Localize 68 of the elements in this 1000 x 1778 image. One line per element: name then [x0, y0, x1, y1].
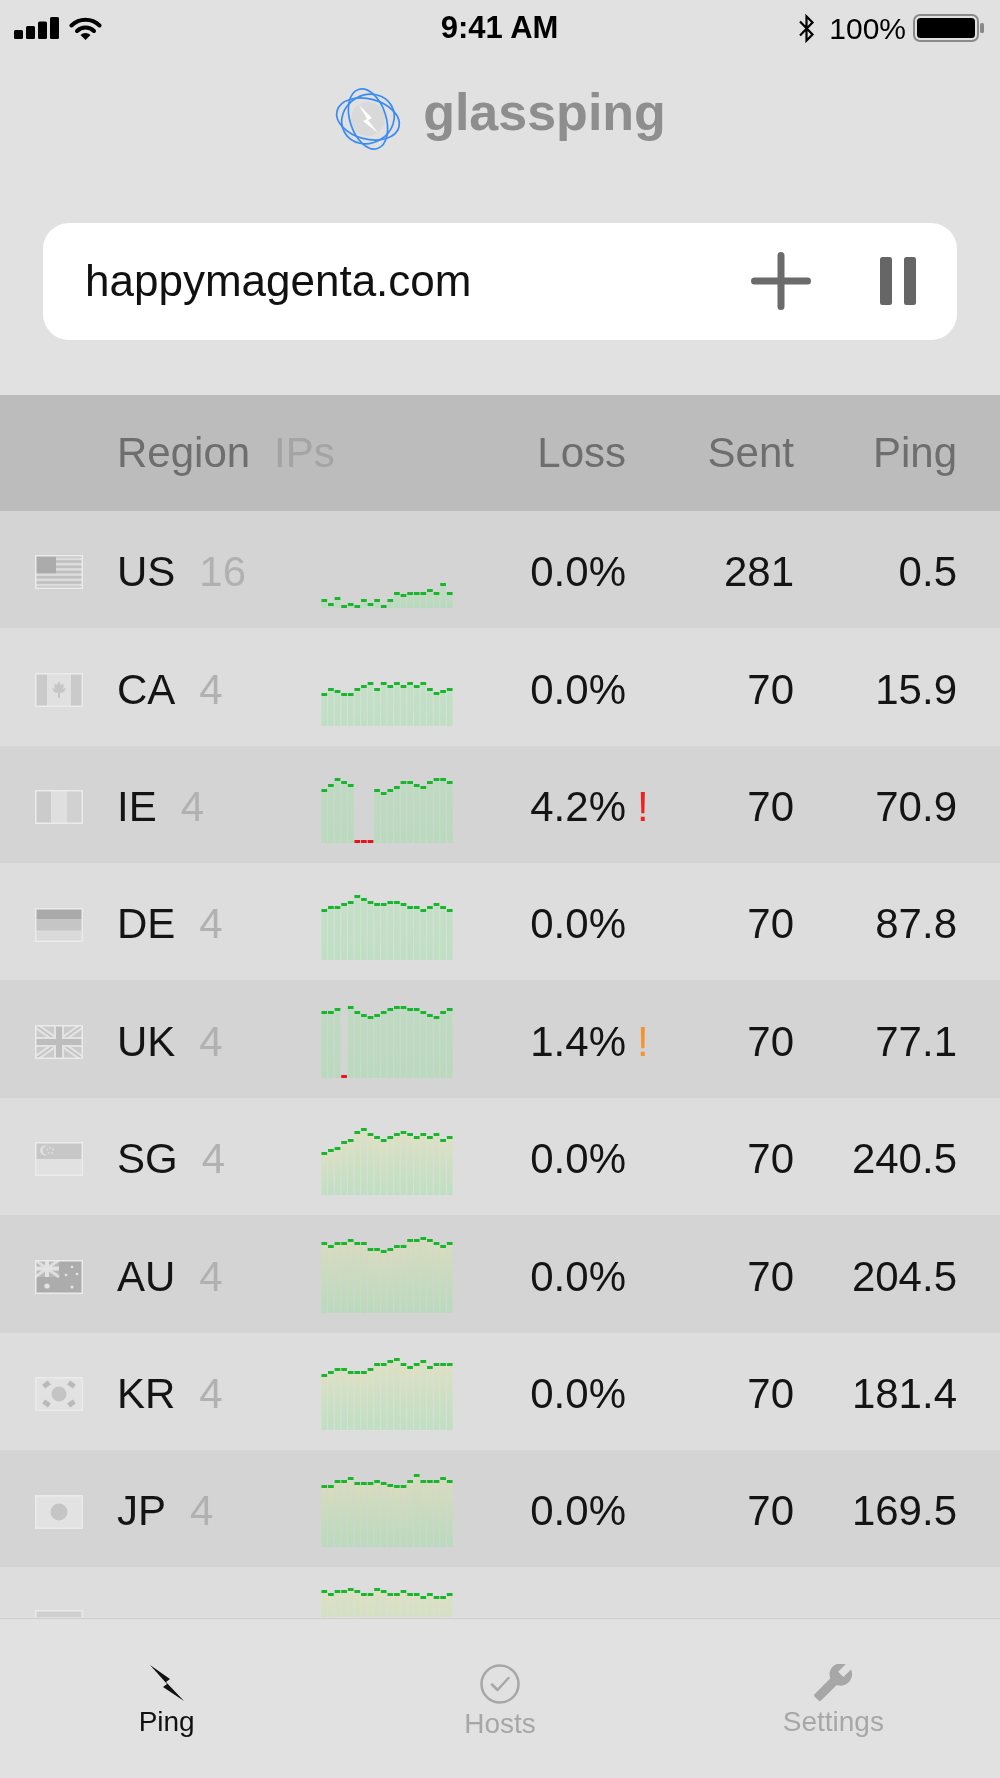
loss-percentage: 1.4% — [530, 1016, 626, 1067]
loss-percentage: 0.0% — [530, 1486, 626, 1537]
status-time: 9:41 AM — [440, 10, 559, 46]
battery-percentage: 100% — [829, 11, 906, 45]
sent-count: 281 — [723, 547, 794, 598]
host-field[interactable]: happymagenta.com — [85, 254, 721, 308]
ping-time: 204.5 — [851, 1251, 957, 1302]
flag-icon — [35, 1494, 83, 1529]
region-code: KR — [117, 1369, 176, 1420]
sent-count: 70 — [747, 1016, 794, 1067]
ping-time: 169.5 — [851, 1486, 957, 1537]
plus-icon — [751, 252, 811, 311]
bluetooth-icon — [797, 12, 817, 44]
add-button[interactable] — [751, 252, 811, 311]
region-code: SG — [117, 1134, 178, 1185]
loss-warning: ! — [637, 1016, 649, 1067]
flag-icon — [35, 1259, 83, 1294]
pause-icon — [880, 257, 916, 306]
sent-count: 70 — [747, 1134, 794, 1185]
column-header: Region — [117, 427, 251, 478]
ping-time: 70.9 — [875, 782, 957, 833]
flag-icon — [35, 907, 83, 942]
ping-time: 15.9 — [875, 664, 957, 715]
flag-icon — [35, 555, 83, 590]
region-code: US — [117, 547, 176, 598]
ping-time: 0.5 — [898, 547, 957, 598]
loss-percentage: 0.0% — [530, 899, 626, 950]
sent-count: 70 — [747, 1251, 794, 1302]
flag-icon — [35, 790, 83, 825]
pause-button[interactable] — [880, 257, 916, 306]
battery-icon — [913, 14, 985, 42]
sent-count: 70 — [747, 782, 794, 833]
sent-count: 70 — [747, 664, 794, 715]
ping-time: 87.8 — [875, 899, 957, 950]
host-bar[interactable]: happymagenta.com — [43, 222, 957, 340]
wifi-icon — [69, 16, 102, 40]
flag-icon — [35, 1025, 83, 1060]
ping-time: 181.4 — [851, 1369, 957, 1420]
region-code: UK — [117, 1016, 176, 1067]
signal-icon — [14, 17, 59, 39]
tab[interactable]: Ping — [138, 1664, 195, 1739]
app-title: glassping — [423, 83, 666, 143]
ping-time: 77.1 — [875, 1016, 957, 1067]
sent-count: 70 — [747, 1369, 794, 1420]
column-header: Ping — [872, 427, 957, 478]
column-header: Loss — [537, 427, 626, 478]
loss-percentage: 0.0% — [530, 664, 626, 715]
region-code: DE — [117, 899, 176, 950]
flag-icon — [35, 1142, 83, 1177]
region-code: JP — [117, 1486, 166, 1537]
flag-icon — [35, 1377, 83, 1412]
region-code: AU — [117, 1251, 176, 1302]
wrench-icon — [814, 1664, 853, 1702]
region-code: CA — [117, 664, 176, 715]
ping-time: 240.5 — [851, 1134, 957, 1185]
flag-icon — [35, 672, 83, 707]
loss-warning: ! — [637, 782, 649, 833]
region-code: IE — [117, 782, 157, 833]
loss-percentage: 0.0% — [530, 1369, 626, 1420]
loss-percentage: 0.0% — [530, 1251, 626, 1302]
column-header: Sent — [707, 427, 794, 478]
sent-count: 70 — [747, 899, 794, 950]
bolt-icon — [148, 1664, 185, 1702]
check-circle-icon — [480, 1664, 520, 1704]
sent-count: 70 — [747, 1486, 794, 1537]
loss-percentage: 4.2% — [530, 782, 626, 833]
loss-percentage: 0.0% — [530, 1134, 626, 1185]
loss-percentage: 0.0% — [530, 547, 626, 598]
